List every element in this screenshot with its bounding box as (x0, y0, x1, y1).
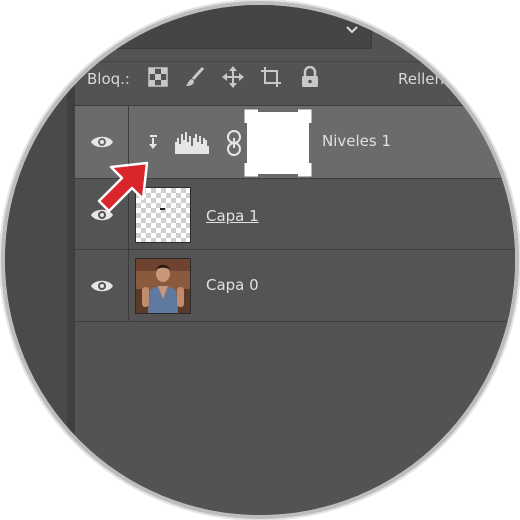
eye-icon[interactable] (90, 278, 114, 294)
layer-thumbnail-photo[interactable] (135, 258, 191, 314)
blend-mode-dropdown[interactable] (85, 5, 372, 49)
link-chain-icon[interactable] (225, 129, 243, 157)
eye-icon[interactable] (90, 134, 114, 150)
lock-label: Bloq.: (87, 70, 130, 88)
lock-transparent-pixels-icon[interactable] (146, 65, 170, 89)
pixel-speck (160, 208, 165, 210)
divider (75, 61, 515, 62)
lock-artboard-icon[interactable] (259, 65, 283, 89)
chevron-down-icon[interactable] (345, 23, 365, 39)
lock-all-icon[interactable] (298, 65, 322, 89)
layer-name[interactable]: Capa 0 (206, 276, 259, 294)
panel-divider (67, 5, 75, 515)
layer-mask-thumbnail[interactable] (244, 109, 312, 177)
visibility-column (75, 250, 129, 321)
layer-row-capa-0[interactable]: Capa 0 (75, 250, 515, 322)
red-arrow-annotation (97, 161, 149, 213)
magnified-layers-panel: Bloq.: Relleno Niveles 1 Capa 1 Capa 0 (5, 5, 515, 515)
lock-image-pixels-icon[interactable] (183, 65, 207, 89)
levels-histogram-icon (175, 132, 209, 154)
lock-position-icon[interactable] (221, 65, 245, 89)
fill-label: Relleno (398, 70, 454, 88)
portrait-photo-image (136, 259, 190, 313)
canvas-area-edge (5, 5, 67, 515)
layer-name[interactable]: Capa 1 (206, 207, 259, 225)
layer-name[interactable]: Niveles 1 (322, 132, 391, 150)
clipping-mask-icon (149, 135, 157, 149)
mask-selection-corners (244, 109, 312, 177)
